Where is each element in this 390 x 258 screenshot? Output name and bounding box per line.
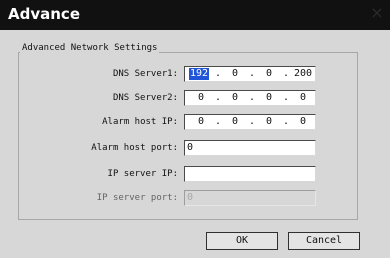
alarm-host-ip-octet-2[interactable]: 0	[222, 116, 248, 128]
dns-server2-octet-2[interactable]: 0	[222, 92, 248, 104]
advance-dialog: Advance × Advanced Network Settings DNS …	[0, 0, 390, 258]
ok-button[interactable]: OK	[206, 232, 278, 250]
alarm-host-port-label: Alarm host port:	[91, 143, 178, 153]
dns-server2-dot-3: .	[282, 92, 290, 103]
alarm-host-ip-octet-4[interactable]: 0	[290, 116, 316, 128]
dns-server2-label: DNS Server2:	[112, 93, 178, 103]
ip-server-port-input: 0	[184, 190, 316, 206]
alarm-host-ip-dot-2: .	[248, 116, 256, 127]
alarm-host-ip-input[interactable]: 0 . 0 . 0 . 0	[184, 114, 316, 130]
dns-server1-octet-3[interactable]: 0	[256, 68, 282, 80]
alarm-host-ip-dot-1: .	[214, 116, 222, 127]
ip-server-ip-input[interactable]	[184, 166, 316, 182]
ip-server-port-label: IP server port:	[96, 193, 178, 203]
dns-server1-octet-1[interactable]: 192	[189, 68, 209, 80]
title-bar[interactable]: Advance ×	[0, 0, 390, 30]
group-title: Advanced Network Settings	[20, 42, 160, 54]
dns-server2-octet-1[interactable]: 0	[188, 92, 214, 104]
ip-server-ip-label: IP server IP:	[107, 169, 178, 179]
alarm-host-ip-label: Alarm host IP:	[102, 117, 178, 127]
dns-server2-dot-1: .	[214, 92, 222, 103]
cancel-button[interactable]: Cancel	[288, 232, 360, 250]
dns-server2-ip-input[interactable]: 0 . 0 . 0 . 0	[184, 90, 316, 106]
dns-server1-octet-2[interactable]: 0	[222, 68, 248, 80]
dns-server2-dot-2: .	[248, 92, 256, 103]
dns-server2-octet-4[interactable]: 0	[290, 92, 316, 104]
dialog-title: Advance	[8, 5, 80, 23]
dns-server2-octet-3[interactable]: 0	[256, 92, 282, 104]
dns-server1-dot-3: .	[282, 68, 290, 79]
dns-server1-dot-1: .	[214, 68, 222, 79]
dns-server1-dot-2: .	[248, 68, 256, 79]
close-icon[interactable]: ×	[368, 3, 386, 23]
alarm-host-port-input[interactable]: 0	[184, 140, 316, 156]
dns-server1-ip-input[interactable]: 192 . 0 . 0 . 200	[184, 66, 316, 82]
alarm-host-ip-octet-3[interactable]: 0	[256, 116, 282, 128]
dns-server1-octet-4[interactable]: 200	[290, 68, 316, 80]
alarm-host-ip-octet-1[interactable]: 0	[188, 116, 214, 128]
alarm-host-ip-dot-3: .	[282, 116, 290, 127]
dns-server1-label: DNS Server1:	[112, 69, 178, 79]
